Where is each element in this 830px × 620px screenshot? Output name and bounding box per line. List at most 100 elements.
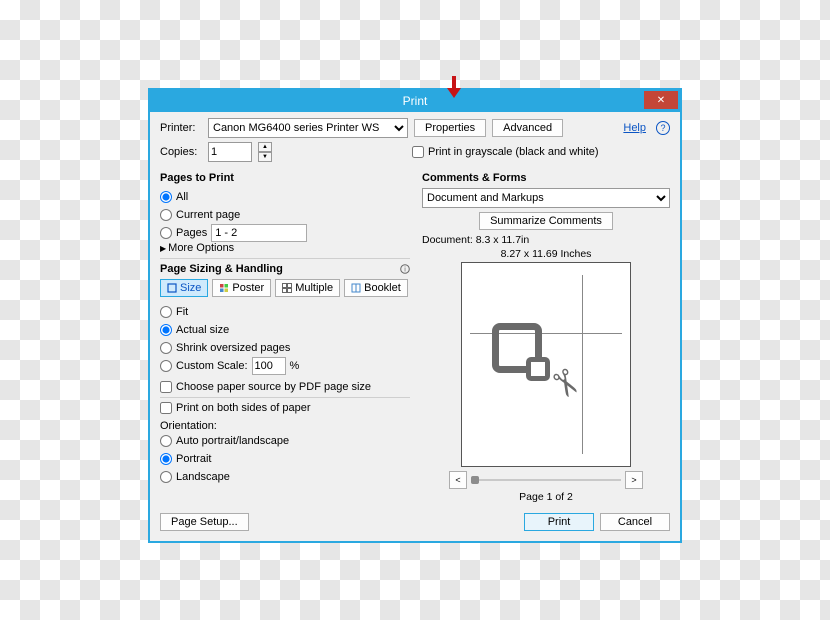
multiple-label: Multiple bbox=[295, 282, 333, 294]
orientation-title: Orientation: bbox=[160, 420, 410, 432]
copies-spinner: ▲ ▼ bbox=[258, 142, 272, 162]
radio-auto-input[interactable] bbox=[160, 435, 172, 447]
grayscale-label: Print in grayscale (black and white) bbox=[428, 146, 599, 158]
print-dialog: Print ✕ Printer: Canon MG6400 series Pri… bbox=[148, 88, 682, 543]
left-column: Pages to Print All Current page Pages ▶ … bbox=[160, 166, 410, 503]
printer-select[interactable]: Canon MG6400 series Printer WS bbox=[208, 118, 408, 138]
radio-all-input[interactable] bbox=[160, 191, 172, 203]
close-icon: ✕ bbox=[657, 95, 665, 106]
handling-buttons: Size Poster Multiple Booklet bbox=[160, 279, 410, 297]
paper-size: 8.27 x 11.69 Inches bbox=[422, 248, 670, 260]
radio-fit-label: Fit bbox=[176, 306, 188, 318]
cancel-button[interactable]: Cancel bbox=[600, 513, 670, 531]
size-button[interactable]: Size bbox=[160, 279, 208, 297]
both-sides-input[interactable] bbox=[160, 402, 172, 414]
radio-current-label: Current page bbox=[176, 209, 240, 221]
more-options-label: More Options bbox=[168, 242, 234, 254]
svg-text:i: i bbox=[404, 267, 406, 274]
booklet-icon bbox=[351, 283, 361, 293]
radio-shrink-input[interactable] bbox=[160, 342, 172, 354]
multiple-icon bbox=[282, 283, 292, 293]
copies-input[interactable] bbox=[208, 142, 252, 162]
choose-source-checkbox[interactable]: Choose paper source by PDF page size bbox=[160, 381, 410, 393]
print-button[interactable]: Print bbox=[524, 513, 594, 531]
titlebar: Print ✕ bbox=[150, 90, 680, 112]
choose-source-input[interactable] bbox=[160, 381, 172, 393]
multiple-button[interactable]: Multiple bbox=[275, 279, 340, 297]
radio-custom[interactable]: Custom Scale: % bbox=[160, 357, 410, 375]
radio-landscape-input[interactable] bbox=[160, 471, 172, 483]
page-indicator: Page 1 of 2 bbox=[422, 491, 670, 503]
more-options-toggle[interactable]: ▶ More Options bbox=[160, 242, 410, 254]
grayscale-checkbox[interactable]: Print in grayscale (black and white) bbox=[412, 146, 599, 158]
page-slider[interactable] bbox=[471, 473, 621, 487]
copies-down[interactable]: ▼ bbox=[258, 152, 272, 162]
custom-scale-input[interactable] bbox=[252, 357, 286, 375]
dialog-body: Printer: Canon MG6400 series Printer WS … bbox=[150, 112, 680, 541]
divider bbox=[160, 397, 410, 398]
comments-title: Comments & Forms bbox=[422, 172, 670, 184]
size-icon bbox=[167, 283, 177, 293]
radio-fit[interactable]: Fit bbox=[160, 303, 410, 321]
info-icon[interactable]: i bbox=[400, 264, 410, 274]
help-link[interactable]: Help bbox=[623, 122, 646, 134]
radio-custom-input[interactable] bbox=[160, 360, 172, 372]
page-navigation: < > bbox=[422, 471, 670, 489]
radio-fit-input[interactable] bbox=[160, 306, 172, 318]
size-label: Size bbox=[180, 282, 201, 294]
booklet-label: Booklet bbox=[364, 282, 401, 294]
advanced-button[interactable]: Advanced bbox=[492, 119, 563, 137]
document-size: Document: 8.3 x 11.7in bbox=[422, 234, 670, 246]
radio-all[interactable]: All bbox=[160, 188, 410, 206]
booklet-button[interactable]: Booklet bbox=[344, 279, 408, 297]
radio-actual[interactable]: Actual size bbox=[160, 321, 410, 339]
radio-shrink[interactable]: Shrink oversized pages bbox=[160, 339, 410, 357]
pages-range-input[interactable] bbox=[211, 224, 307, 242]
pages-to-print-title: Pages to Print bbox=[160, 172, 410, 184]
columns: Pages to Print All Current page Pages ▶ … bbox=[160, 166, 670, 503]
close-button[interactable]: ✕ bbox=[644, 91, 678, 109]
both-sides-checkbox[interactable]: Print on both sides of paper bbox=[160, 402, 410, 414]
radio-shrink-label: Shrink oversized pages bbox=[176, 342, 290, 354]
poster-button[interactable]: Poster bbox=[212, 279, 271, 297]
copies-up[interactable]: ▲ bbox=[258, 142, 272, 152]
radio-pages[interactable]: Pages bbox=[160, 224, 410, 242]
radio-all-label: All bbox=[176, 191, 188, 203]
dialog-title: Print bbox=[403, 94, 428, 108]
radio-current[interactable]: Current page bbox=[160, 206, 410, 224]
radio-current-input[interactable] bbox=[160, 209, 172, 221]
choose-source-label: Choose paper source by PDF page size bbox=[176, 381, 371, 393]
radio-custom-label: Custom Scale: bbox=[176, 360, 248, 372]
radio-pages-input[interactable] bbox=[160, 227, 172, 239]
right-column: Comments & Forms Document and Markups Su… bbox=[422, 166, 670, 503]
square-logo-icon bbox=[492, 323, 542, 373]
copies-label: Copies: bbox=[160, 146, 202, 158]
print-preview: ✂ bbox=[461, 262, 631, 467]
triangle-right-icon: ▶ bbox=[160, 244, 166, 253]
summarize-button[interactable]: Summarize Comments bbox=[479, 212, 613, 230]
radio-auto-orient[interactable]: Auto portrait/landscape bbox=[160, 432, 410, 450]
radio-landscape[interactable]: Landscape bbox=[160, 468, 410, 486]
copies-row: Copies: ▲ ▼ Print in grayscale (black an… bbox=[160, 142, 670, 162]
next-page-button[interactable]: > bbox=[625, 471, 643, 489]
help-icon[interactable]: ? bbox=[656, 121, 670, 135]
divider bbox=[160, 258, 410, 259]
radio-portrait[interactable]: Portrait bbox=[160, 450, 410, 468]
printer-row: Printer: Canon MG6400 series Printer WS … bbox=[160, 118, 670, 138]
radio-auto-label: Auto portrait/landscape bbox=[176, 435, 289, 447]
radio-actual-input[interactable] bbox=[160, 324, 172, 336]
page-setup-button[interactable]: Page Setup... bbox=[160, 513, 249, 531]
comments-select[interactable]: Document and Markups bbox=[422, 188, 670, 208]
radio-pages-label: Pages bbox=[176, 227, 207, 239]
footer: Page Setup... Print Cancel bbox=[160, 513, 670, 531]
printer-label: Printer: bbox=[160, 122, 202, 134]
radio-landscape-label: Landscape bbox=[176, 471, 230, 483]
grayscale-input[interactable] bbox=[412, 146, 424, 158]
properties-button[interactable]: Properties bbox=[414, 119, 486, 137]
radio-portrait-input[interactable] bbox=[160, 453, 172, 465]
prev-page-button[interactable]: < bbox=[449, 471, 467, 489]
radio-actual-label: Actual size bbox=[176, 324, 229, 336]
radio-portrait-label: Portrait bbox=[176, 453, 211, 465]
sizing-title: Page Sizing & Handling bbox=[160, 263, 283, 275]
both-sides-label: Print on both sides of paper bbox=[176, 402, 311, 414]
